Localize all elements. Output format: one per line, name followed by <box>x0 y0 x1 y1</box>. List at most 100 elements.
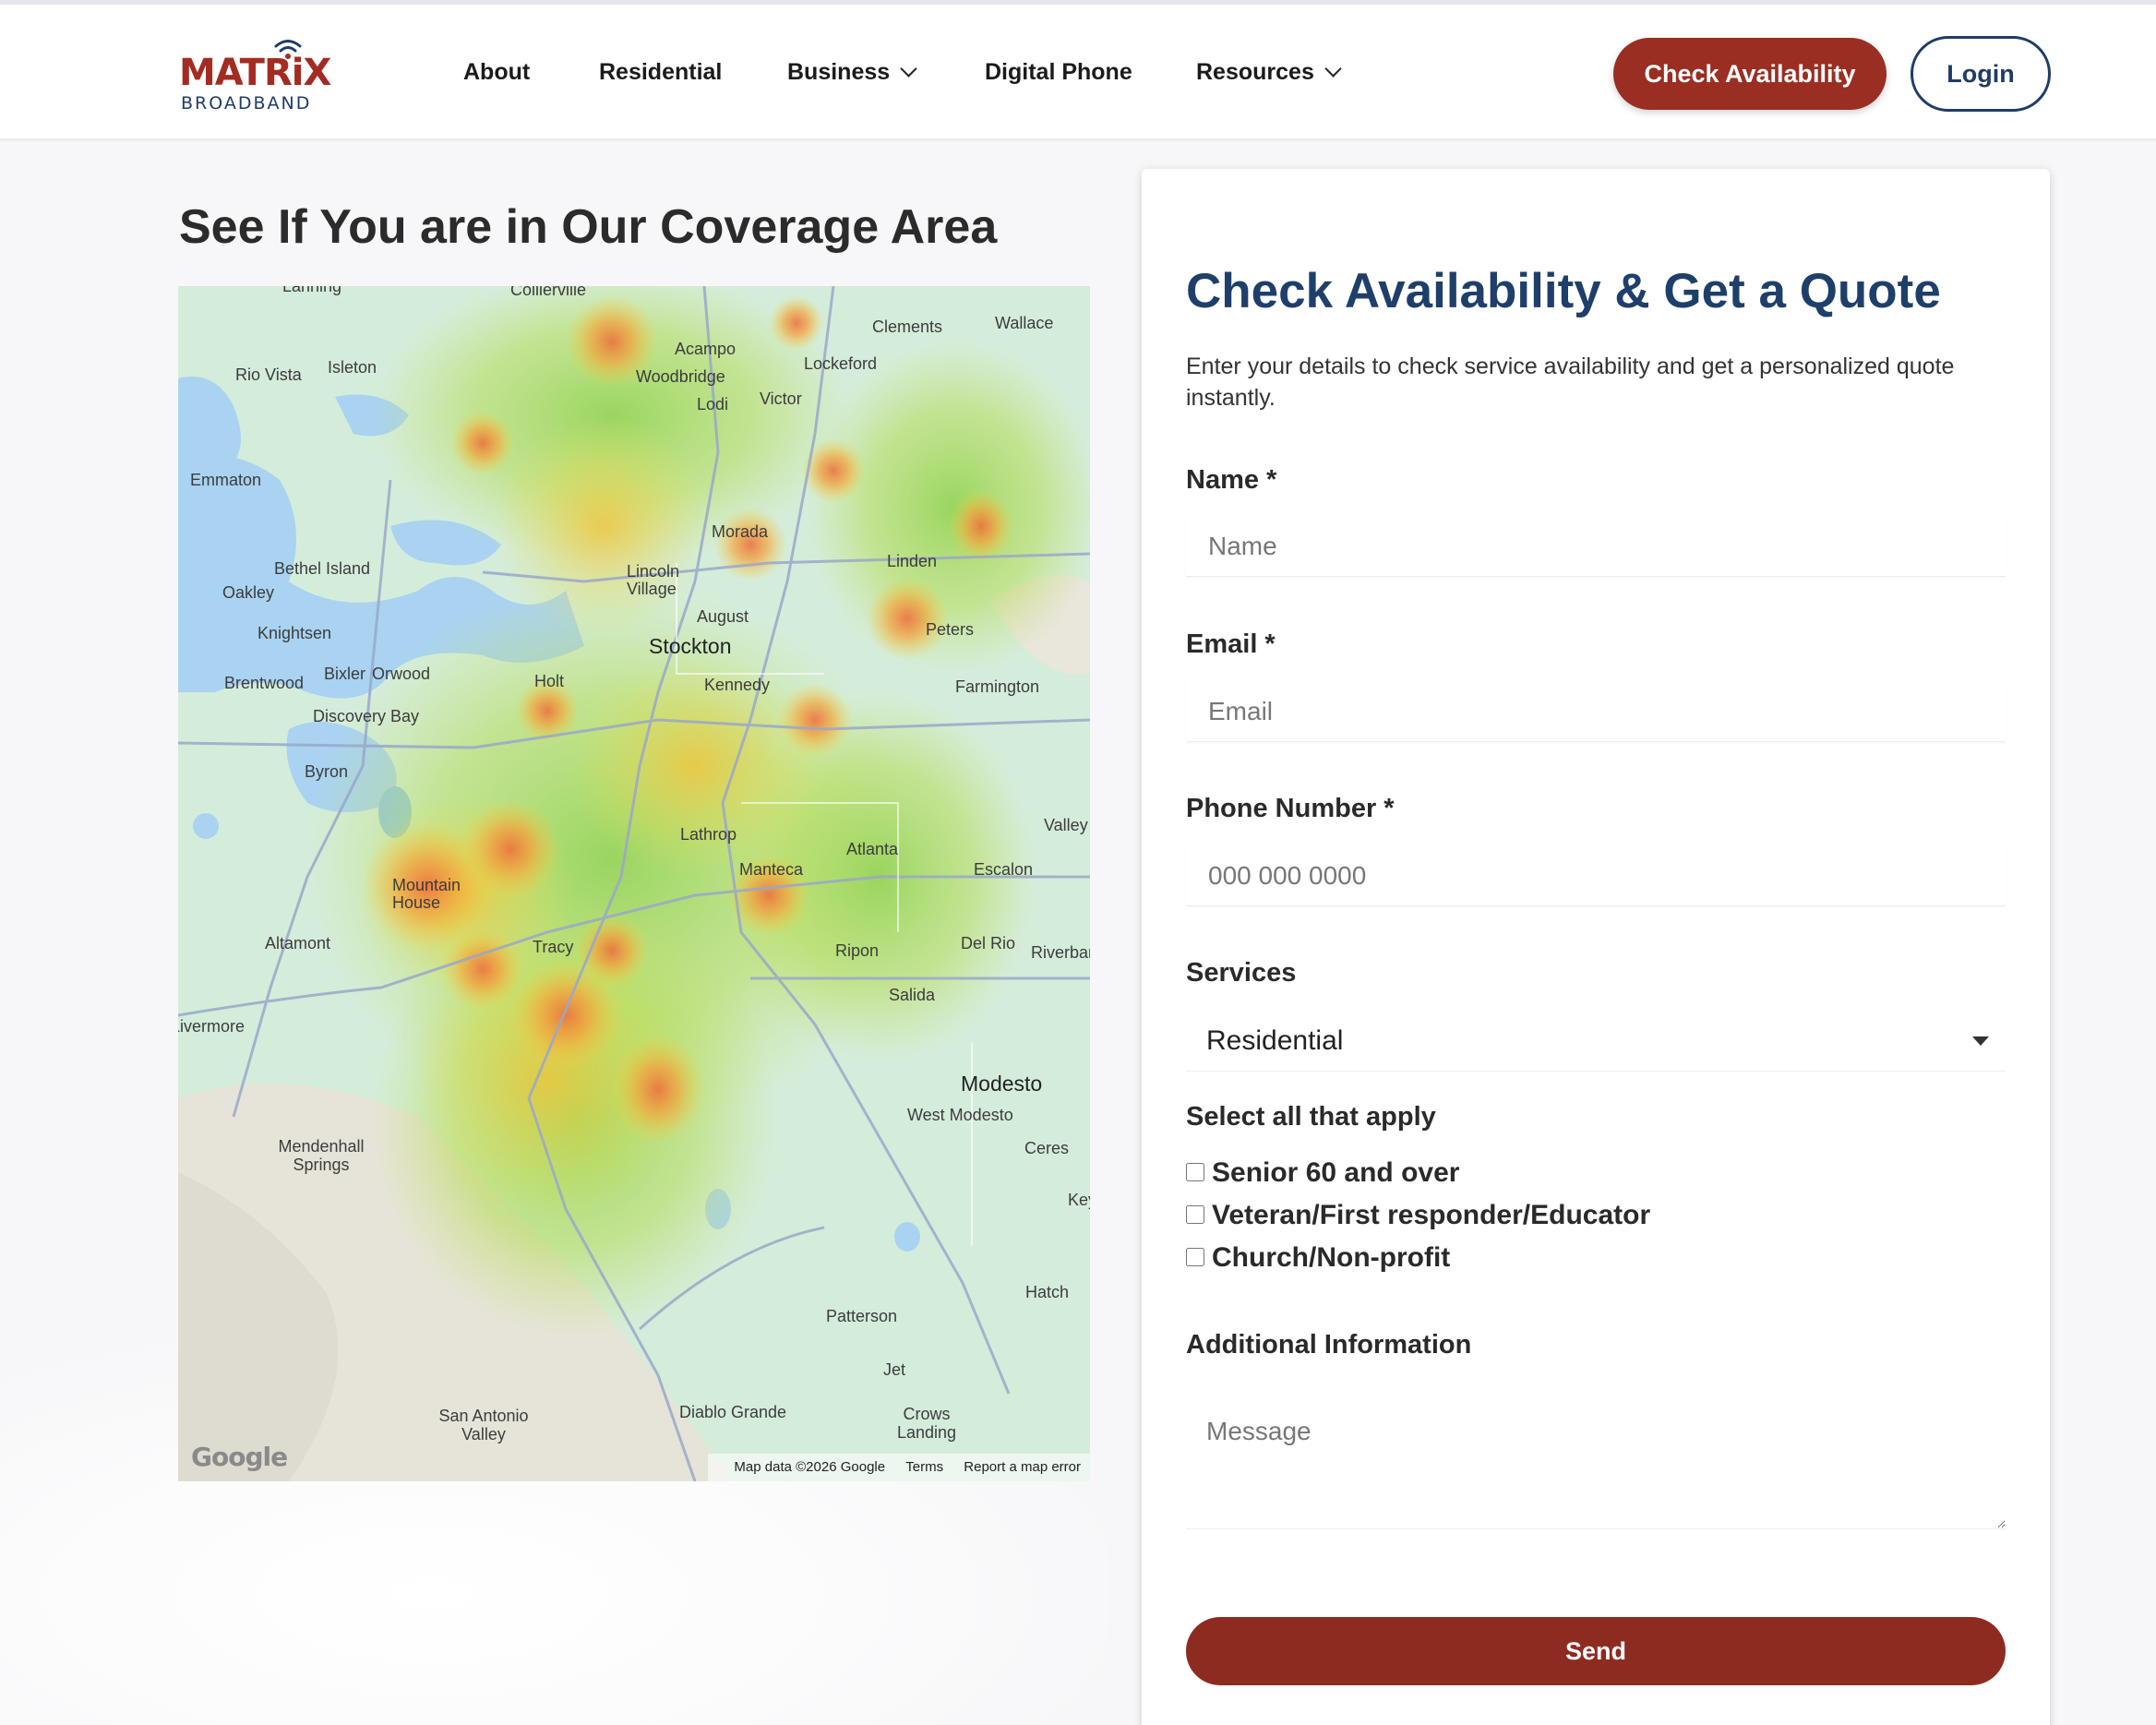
nav-residential[interactable]: Residential <box>599 58 722 86</box>
nav-label: Resources <box>1196 59 1314 85</box>
map-place: Emmaton <box>190 471 262 489</box>
map-canvas <box>178 286 1090 1481</box>
map-place: Crows Landing <box>896 1405 957 1442</box>
name-input[interactable] <box>1186 516 2006 577</box>
chevron-down-icon <box>900 60 917 78</box>
services-label: Services <box>1186 958 1297 988</box>
google-logo: Google <box>191 1442 288 1472</box>
map-place: Riverbank <box>1031 943 1090 962</box>
nav-label: Digital Phone <box>985 59 1132 85</box>
map-place: Byron <box>305 762 349 781</box>
brand-tagline: BROADBAND <box>181 93 312 114</box>
map-place: Keyes <box>1068 1191 1090 1209</box>
services-select[interactable]: Residential <box>1186 1011 2006 1072</box>
login-button[interactable]: Login <box>1910 36 2051 112</box>
map-place: West Modesto <box>907 1106 1013 1124</box>
nav-digital-phone[interactable]: Digital Phone <box>985 58 1132 86</box>
map-place: Woodbridge <box>636 367 725 386</box>
map-place: Hatch <box>1025 1283 1070 1301</box>
map-place: Jet <box>883 1360 906 1379</box>
map-attribution: Map data ©2026 Google <box>734 1459 886 1475</box>
nav-label: Business <box>787 59 891 85</box>
map-place: Farmington <box>955 677 1040 696</box>
map-place: Manteca <box>739 860 804 879</box>
checkbox-label: Senior 60 and over <box>1212 1157 1460 1188</box>
map-place: Lockeford <box>804 354 878 373</box>
map-place: Morada <box>712 522 769 541</box>
map-place: Rio Vista <box>235 365 302 384</box>
quote-form-card: Check Availability & Get a Quote Enter y… <box>1142 169 2050 1725</box>
map-place: Mendenhall Springs <box>278 1137 365 1174</box>
map-place: Bixler <box>324 665 366 683</box>
map-place: Valley <box>1044 816 1088 834</box>
map-place: Discovery Bay <box>313 707 420 725</box>
nav-label: Residential <box>599 59 723 85</box>
map-place: Bethel Island <box>274 559 371 578</box>
map-place: Patterson <box>826 1307 898 1325</box>
map-place: Livermore <box>178 1017 246 1036</box>
map-place: Knightsen <box>258 624 332 642</box>
map-place: Peters <box>926 620 975 639</box>
map-place: Brentwood <box>224 674 305 692</box>
nav-business[interactable]: Business <box>787 58 917 86</box>
chevron-down-icon <box>1324 60 1342 78</box>
map-place: Diablo Grande <box>679 1403 787 1421</box>
map-place: Kennedy <box>704 676 771 694</box>
map-place: Escalon <box>974 860 1034 879</box>
brand-name: MATRiX <box>179 52 331 94</box>
additional-info-label: Additional Information <box>1186 1330 1472 1360</box>
brand-logo[interactable]: MATRiX BROADBAND <box>179 38 336 115</box>
nav-resources[interactable]: Resources <box>1196 58 1342 86</box>
form-title: Check Availability & Get a Quote <box>1186 264 1941 318</box>
phone-input[interactable] <box>1186 845 2006 906</box>
church-checkbox[interactable] <box>1186 1248 1204 1266</box>
map-place: Clements <box>872 317 943 336</box>
map-place: Salida <box>889 986 936 1004</box>
map-place: Lodi <box>697 395 729 413</box>
map-place: Collierville <box>510 286 587 299</box>
coverage-title: See If You are in Our Coverage Area <box>179 200 998 254</box>
coverage-map[interactable]: Lanning Collierville Clements Wallace Ri… <box>178 286 1090 1481</box>
site-header: MATRiX BROADBAND About Residential Busin… <box>0 5 2156 141</box>
map-place: Stockton <box>649 634 732 658</box>
email-input[interactable] <box>1186 681 2006 742</box>
map-place: Tracy <box>533 938 574 956</box>
map-place: San Antonio Valley <box>438 1407 529 1443</box>
map-place: Lincoln Village <box>627 562 680 598</box>
map-place: Ripon <box>835 941 880 960</box>
map-place: August <box>697 607 749 626</box>
map-place: Linden <box>887 552 938 570</box>
email-label: Email * <box>1186 629 1276 659</box>
nav-label: About <box>463 59 531 85</box>
map-place: Wallace <box>995 314 1054 332</box>
form-description: Enter your details to check service avai… <box>1186 353 1955 411</box>
name-label: Name * <box>1186 465 1277 495</box>
checkbox-label: Church/Non-profit <box>1212 1242 1451 1273</box>
send-button[interactable]: Send <box>1186 1617 2006 1685</box>
phone-label: Phone Number * <box>1186 794 1395 823</box>
map-place: Isleton <box>328 358 377 377</box>
map-place: Altamont <box>265 934 331 952</box>
map-place: Acampo <box>675 340 737 358</box>
map-terms-link[interactable]: Terms <box>905 1459 943 1475</box>
check-availability-button[interactable]: Check Availability <box>1613 38 1886 110</box>
map-place: Modesto <box>961 1072 1043 1096</box>
services-selected-value: Residential <box>1206 1025 1344 1056</box>
caret-down-icon <box>1972 1036 1989 1046</box>
map-place: Ceres <box>1024 1139 1070 1157</box>
map-place: Lanning <box>282 286 342 295</box>
message-textarea[interactable] <box>1186 1400 2006 1529</box>
checkbox-label: Veteran/First responder/Educator <box>1212 1200 1651 1230</box>
map-place: Victor <box>760 389 802 408</box>
map-place: Oakley <box>222 583 275 602</box>
map-place: Del Rio <box>961 934 1016 952</box>
map-attribution-bar: Map data ©2026 Google Terms Report a map… <box>708 1454 1090 1481</box>
map-place: Atlanta <box>846 840 899 858</box>
veteran-checkbox[interactable] <box>1186 1205 1204 1224</box>
nav-about[interactable]: About <box>463 58 530 86</box>
map-place: Lathrop <box>680 825 737 844</box>
map-place: Holt <box>534 672 565 690</box>
select-all-label: Select all that apply <box>1186 1102 1436 1132</box>
senior-checkbox[interactable] <box>1186 1163 1204 1181</box>
map-report-link[interactable]: Report a map error <box>964 1459 1081 1475</box>
